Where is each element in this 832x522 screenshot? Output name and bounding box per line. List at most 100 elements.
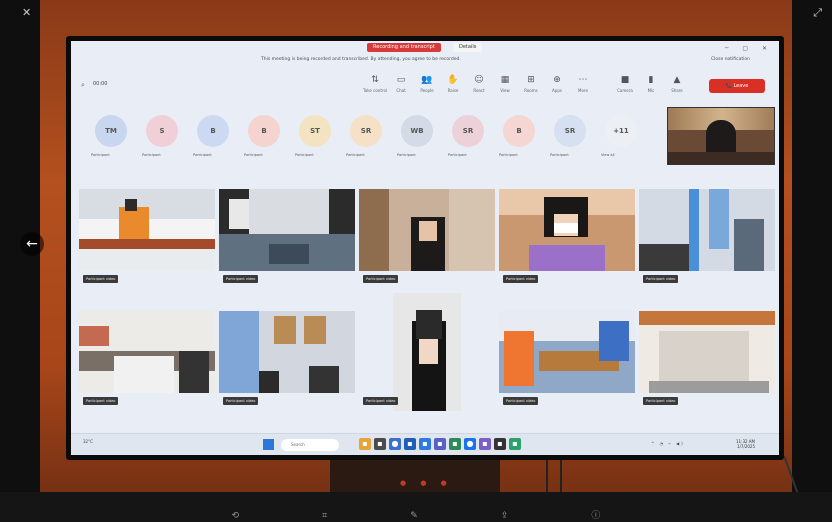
react-button[interactable]: ☺ React: [467, 75, 491, 93]
participant-video-tile[interactable]: [639, 189, 775, 271]
participant-avatar[interactable]: B: [503, 115, 535, 147]
weather-widget[interactable]: 32°C: [83, 439, 93, 444]
pinned-apps: ▪ ▪ ● ▪ ▪ ▪ ▪ ● ▪ ▪ ▪: [359, 438, 521, 450]
participant-name-label: Participant video: [643, 397, 679, 405]
recording-notice: This meeting is being recorded and trans…: [261, 57, 461, 62]
chat-button[interactable]: ▭ Chat: [389, 75, 413, 93]
toolbar-button-label: Rooms: [524, 88, 538, 93]
mail-icon[interactable]: ▪: [419, 438, 431, 450]
app-icon[interactable]: ▪: [374, 438, 386, 450]
leave-button[interactable]: 📞 Leave: [709, 79, 765, 93]
toolbar-button-label: Camera: [617, 88, 633, 93]
close-notification-link[interactable]: Close notification: [711, 57, 750, 62]
apps-button[interactable]: ⊕ Apps: [545, 75, 569, 93]
participant-avatar[interactable]: SR: [452, 115, 484, 147]
start-button[interactable]: [263, 439, 274, 450]
participant-avatar[interactable]: SR: [350, 115, 382, 147]
recording-details[interactable]: Details: [453, 43, 483, 52]
edge-icon[interactable]: ●: [389, 438, 401, 450]
participant-avatar[interactable]: SR: [554, 115, 586, 147]
excel-icon[interactable]: ▪: [449, 438, 461, 450]
participant-name: View all: [601, 153, 615, 157]
self-view-video[interactable]: [667, 107, 775, 165]
toolbar-button-label: Take control: [363, 88, 387, 93]
hand-icon: ✋: [447, 75, 459, 85]
windows-taskbar: 32°C Search ▪ ▪ ● ▪ ▪ ▪ ▪ ● ▪ ▪ ▪ ^ ◔ ⌁ …: [71, 433, 779, 455]
window-controls[interactable]: ─ ▢ ✕: [725, 45, 773, 52]
participant-name-label: Participant video: [503, 397, 539, 405]
meeting-toolbar: ⌕ 00:00 ⇅ Take control ▭ Chat 👥 People ✋ Raise ☺…: [71, 69, 779, 99]
participant-name: Participant: [346, 153, 365, 157]
search-icon[interactable]: ⌕: [81, 81, 85, 90]
taskbar-search[interactable]: Search: [281, 439, 339, 451]
video-scene-shape: [125, 199, 137, 211]
participant-name: Participant: [499, 153, 518, 157]
participant-name: Participant: [244, 153, 263, 157]
desk: [668, 152, 774, 164]
participant-video-tile[interactable]: [499, 189, 635, 271]
participant-avatar[interactable]: ST: [299, 115, 331, 147]
view-button[interactable]: ▦ View: [493, 75, 517, 93]
raise-button[interactable]: ✋ Raise: [441, 75, 465, 93]
folder-icon[interactable]: ▪: [359, 438, 371, 450]
view-icon: ▦: [500, 75, 510, 85]
participant-video-tile[interactable]: [639, 311, 775, 393]
react-icon: ☺: [474, 75, 484, 85]
more-icon: ⋯: [578, 75, 588, 85]
rooms-button[interactable]: ⊞ Rooms: [519, 75, 543, 93]
participant-avatar[interactable]: TM: [95, 115, 127, 147]
store-icon[interactable]: ▪: [404, 438, 416, 450]
participant-video-tile[interactable]: [359, 189, 495, 271]
video-scene-shape: [79, 326, 109, 346]
share-button[interactable]: ▲ Share: [665, 75, 689, 93]
clock[interactable]: 11:32 AM 1/7/2025: [736, 439, 755, 449]
participant-video-tile[interactable]: [393, 293, 461, 411]
toolbar-button-label: View: [500, 88, 510, 93]
crop-icon[interactable]: ⌗: [322, 510, 327, 522]
toolbar-button-label: Mic: [647, 88, 655, 93]
participant-avatar[interactable]: WB: [401, 115, 433, 147]
participant-name: Participant: [550, 153, 569, 157]
participant-video-tile[interactable]: [219, 311, 355, 393]
teams-icon[interactable]: ▪: [434, 438, 446, 450]
meeting-timer: 00:00: [93, 81, 108, 87]
app-icon[interactable]: ▪: [494, 438, 506, 450]
video-scene-shape: [649, 381, 769, 393]
participant-video-tile[interactable]: [499, 311, 635, 393]
previous-arrow-icon[interactable]: ←: [20, 232, 44, 256]
more-button[interactable]: ⋯ More: [571, 75, 595, 93]
close-icon[interactable]: ✕: [22, 6, 31, 19]
system-tray[interactable]: ^ ◔ ⌁ ◀): [651, 441, 685, 446]
edit-icon[interactable]: ✎: [410, 510, 418, 522]
participant-avatar[interactable]: B: [197, 115, 229, 147]
participant-video-tile[interactable]: [219, 189, 355, 271]
stand-leds: ● ● ●: [400, 479, 453, 487]
participant-name-label: Participant video: [643, 275, 679, 283]
participant-avatar[interactable]: +11: [605, 115, 637, 147]
app-icon[interactable]: ▪: [509, 438, 521, 450]
video-scene-shape: [79, 239, 215, 249]
right-curtain: [792, 0, 832, 522]
video-scene-shape: [659, 331, 749, 381]
video-scene-shape: [79, 249, 215, 271]
rotate-icon[interactable]: ⟲: [232, 510, 240, 522]
people-button[interactable]: 👥 People: [415, 75, 439, 93]
info-icon[interactable]: ⓘ: [591, 510, 600, 522]
chat-icon: ▭: [396, 75, 406, 85]
share-icon[interactable]: ⇪: [501, 510, 509, 522]
participant-avatar[interactable]: S: [146, 115, 178, 147]
meeting-screen: Recording and transcript Details ─ ▢ ✕ T…: [71, 41, 779, 455]
participant-video-tile[interactable]: [79, 189, 215, 271]
app-icon[interactable]: ▪: [479, 438, 491, 450]
chrome-icon[interactable]: ●: [464, 438, 476, 450]
take-control-button[interactable]: ⇅ Take control: [363, 75, 387, 93]
mic-button[interactable]: ▮ Mic: [639, 75, 663, 93]
recording-banner[interactable]: Recording and transcript: [367, 43, 441, 52]
participant-avatar[interactable]: B: [248, 115, 280, 147]
participant-name-label: Participant video: [223, 275, 259, 283]
camera-button[interactable]: ■ Camera: [613, 75, 637, 93]
expand-icon[interactable]: ⤢: [813, 6, 822, 20]
toolbar-button-label: React: [473, 88, 485, 93]
participant-video-tile[interactable]: [79, 311, 215, 393]
video-scene-shape: [274, 316, 296, 344]
